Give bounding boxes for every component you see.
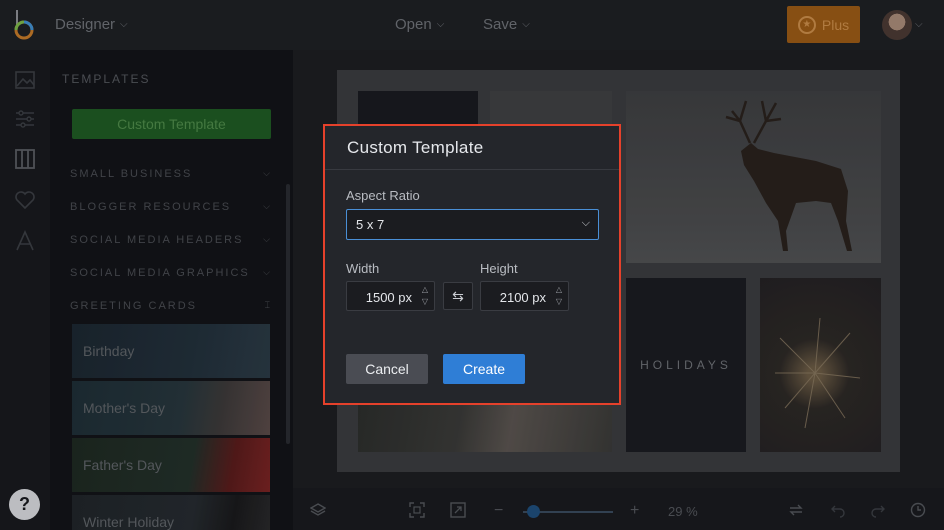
height-label: Height	[480, 261, 518, 276]
width-label: Width	[346, 261, 380, 276]
width-stepper[interactable]: △ ▽	[419, 284, 431, 308]
cancel-button[interactable]: Cancel	[346, 354, 428, 384]
aspect-ratio-select[interactable]: 5 x 7 ⌵	[346, 209, 599, 240]
height-stepper[interactable]: △ ▽	[553, 284, 565, 308]
swap-dimensions-button[interactable]: ⇆	[443, 282, 473, 310]
swap-icon: ⇆	[452, 287, 464, 304]
chevron-down-icon: ⌵	[581, 217, 590, 229]
width-input[interactable]: 1500 px △ ▽	[346, 281, 435, 311]
dialog-title: Custom Template	[347, 138, 484, 157]
custom-template-dialog: Custom Template Aspect Ratio 5 x 7 ⌵ Wid…	[323, 124, 621, 405]
create-button[interactable]: Create	[443, 354, 525, 384]
width-value: 1500 px	[365, 290, 412, 305]
aspect-ratio-value: 5 x 7	[356, 217, 385, 232]
height-value: 2100 px	[499, 290, 546, 305]
aspect-ratio-label: Aspect Ratio	[346, 188, 420, 203]
dialog-divider	[325, 169, 619, 170]
height-input[interactable]: 2100 px △ ▽	[480, 281, 569, 311]
